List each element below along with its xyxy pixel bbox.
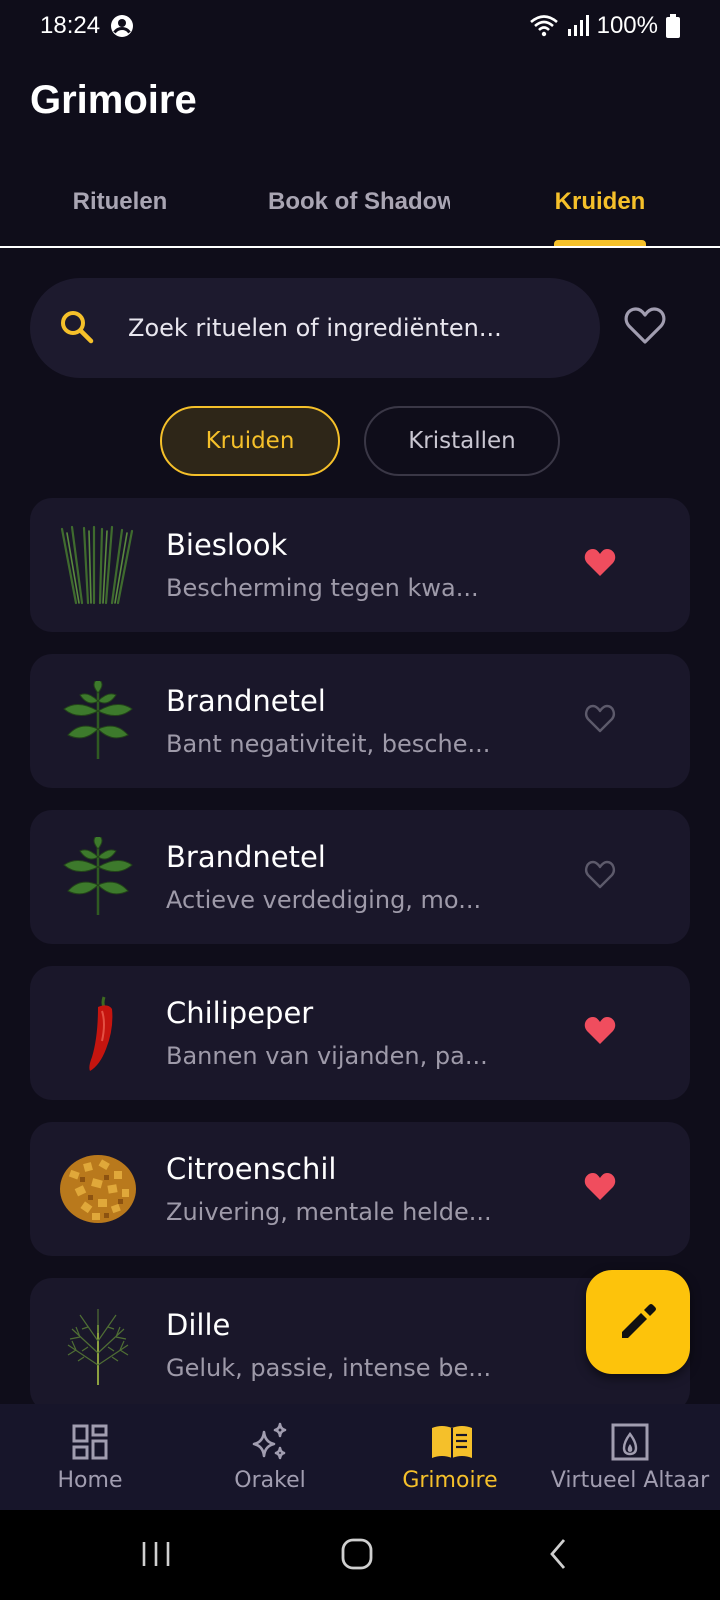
nav-home[interactable]: Home bbox=[0, 1404, 180, 1510]
tab-indicator bbox=[554, 240, 646, 246]
book-icon bbox=[432, 1426, 472, 1458]
wifi-icon bbox=[529, 15, 558, 37]
page-title: Grimoire bbox=[30, 78, 197, 122]
sparkles-icon bbox=[252, 1422, 287, 1460]
search-bar[interactable] bbox=[30, 278, 600, 378]
edit-fab-button[interactable] bbox=[586, 1270, 690, 1374]
status-right: 100% bbox=[529, 12, 680, 40]
tab-kruiden[interactable]: Kruiden bbox=[540, 184, 660, 234]
battery-percent: 100% bbox=[596, 12, 658, 39]
item-name: Chilipeper bbox=[166, 996, 314, 1030]
heart-outline-icon[interactable] bbox=[584, 860, 616, 890]
search-icon bbox=[61, 311, 94, 344]
nav-orakel[interactable]: Orakel bbox=[180, 1404, 360, 1510]
item-name: Bieslook bbox=[166, 528, 288, 562]
nav-label: Virtueel Altaar bbox=[550, 1468, 710, 1493]
home-button-icon[interactable] bbox=[340, 1534, 376, 1574]
system-navigation-bar bbox=[0, 1510, 720, 1600]
list-item[interactable]: Citroenschil Zuivering, mentale helde... bbox=[30, 1122, 690, 1256]
chip-kristallen[interactable]: Kristallen bbox=[364, 406, 560, 476]
chives-image bbox=[60, 525, 134, 605]
item-description: Bant negativiteit, besche... bbox=[166, 730, 491, 758]
battery-icon bbox=[666, 14, 680, 38]
nav-virtueel-altaar[interactable]: Virtueel Altaar bbox=[540, 1404, 720, 1510]
dashboard-icon bbox=[72, 1424, 108, 1460]
item-description: Bannen van vijanden, pa... bbox=[166, 1042, 488, 1070]
chili-image bbox=[89, 996, 113, 1071]
back-icon[interactable] bbox=[546, 1534, 570, 1574]
status-left: 18:24 bbox=[40, 12, 134, 40]
heart-outline-icon[interactable] bbox=[584, 704, 616, 734]
herb-list: Bieslook Bescherming tegen kwa... Brandn… bbox=[30, 498, 690, 1404]
lemon-peel-image bbox=[60, 1155, 136, 1223]
nettle-image bbox=[63, 837, 133, 915]
item-description: Actieve verdediging, mo... bbox=[166, 886, 482, 914]
search-input[interactable] bbox=[128, 278, 568, 378]
item-name: Brandnetel bbox=[166, 840, 326, 874]
tab-book-of-shadows[interactable]: Book of Shadows bbox=[268, 184, 450, 234]
fireplace-icon bbox=[611, 1423, 649, 1461]
list-item[interactable]: Brandnetel Bant negativiteit, besche... bbox=[30, 654, 690, 788]
nav-label: Orakel bbox=[234, 1468, 306, 1493]
item-name: Dille bbox=[166, 1308, 231, 1342]
item-name: Brandnetel bbox=[166, 684, 326, 718]
item-name: Citroenschil bbox=[166, 1152, 337, 1186]
nettle-image bbox=[63, 681, 133, 759]
bottom-navigation: Home Orakel Grimoire Virtueel Altaar bbox=[0, 1404, 720, 1510]
nav-label: Home bbox=[57, 1468, 123, 1493]
dill-image bbox=[67, 1309, 129, 1385]
nav-label: Grimoire bbox=[402, 1468, 498, 1493]
item-description: Zuivering, mentale helde... bbox=[166, 1198, 492, 1226]
signal-icon bbox=[567, 15, 589, 36]
heart-filled-icon[interactable] bbox=[584, 1016, 616, 1046]
tab-rituelen[interactable]: Rituelen bbox=[60, 184, 180, 234]
list-item[interactable]: Chilipeper Bannen van vijanden, pa... bbox=[30, 966, 690, 1100]
list-item[interactable]: Bieslook Bescherming tegen kwa... bbox=[30, 498, 690, 632]
pencil-icon bbox=[622, 1304, 656, 1338]
list-item[interactable]: Brandnetel Actieve verdediging, mo... bbox=[30, 810, 690, 944]
chip-kruiden[interactable]: Kruiden bbox=[160, 406, 340, 476]
tab-bar: Rituelen Book of Shadows Kruiden bbox=[0, 170, 720, 248]
status-bar: 18:24 100% bbox=[0, 0, 720, 52]
heart-filled-icon[interactable] bbox=[584, 548, 616, 578]
nav-grimoire[interactable]: Grimoire bbox=[360, 1404, 540, 1510]
item-description: Bescherming tegen kwa... bbox=[166, 574, 479, 602]
recent-apps-icon[interactable] bbox=[140, 1534, 172, 1574]
item-description: Geluk, passie, intense be... bbox=[166, 1354, 492, 1382]
favorites-filter-heart-icon[interactable] bbox=[624, 306, 666, 346]
status-time: 18:24 bbox=[40, 12, 101, 39]
account-circle-icon bbox=[111, 15, 134, 37]
heart-filled-icon[interactable] bbox=[584, 1172, 616, 1202]
